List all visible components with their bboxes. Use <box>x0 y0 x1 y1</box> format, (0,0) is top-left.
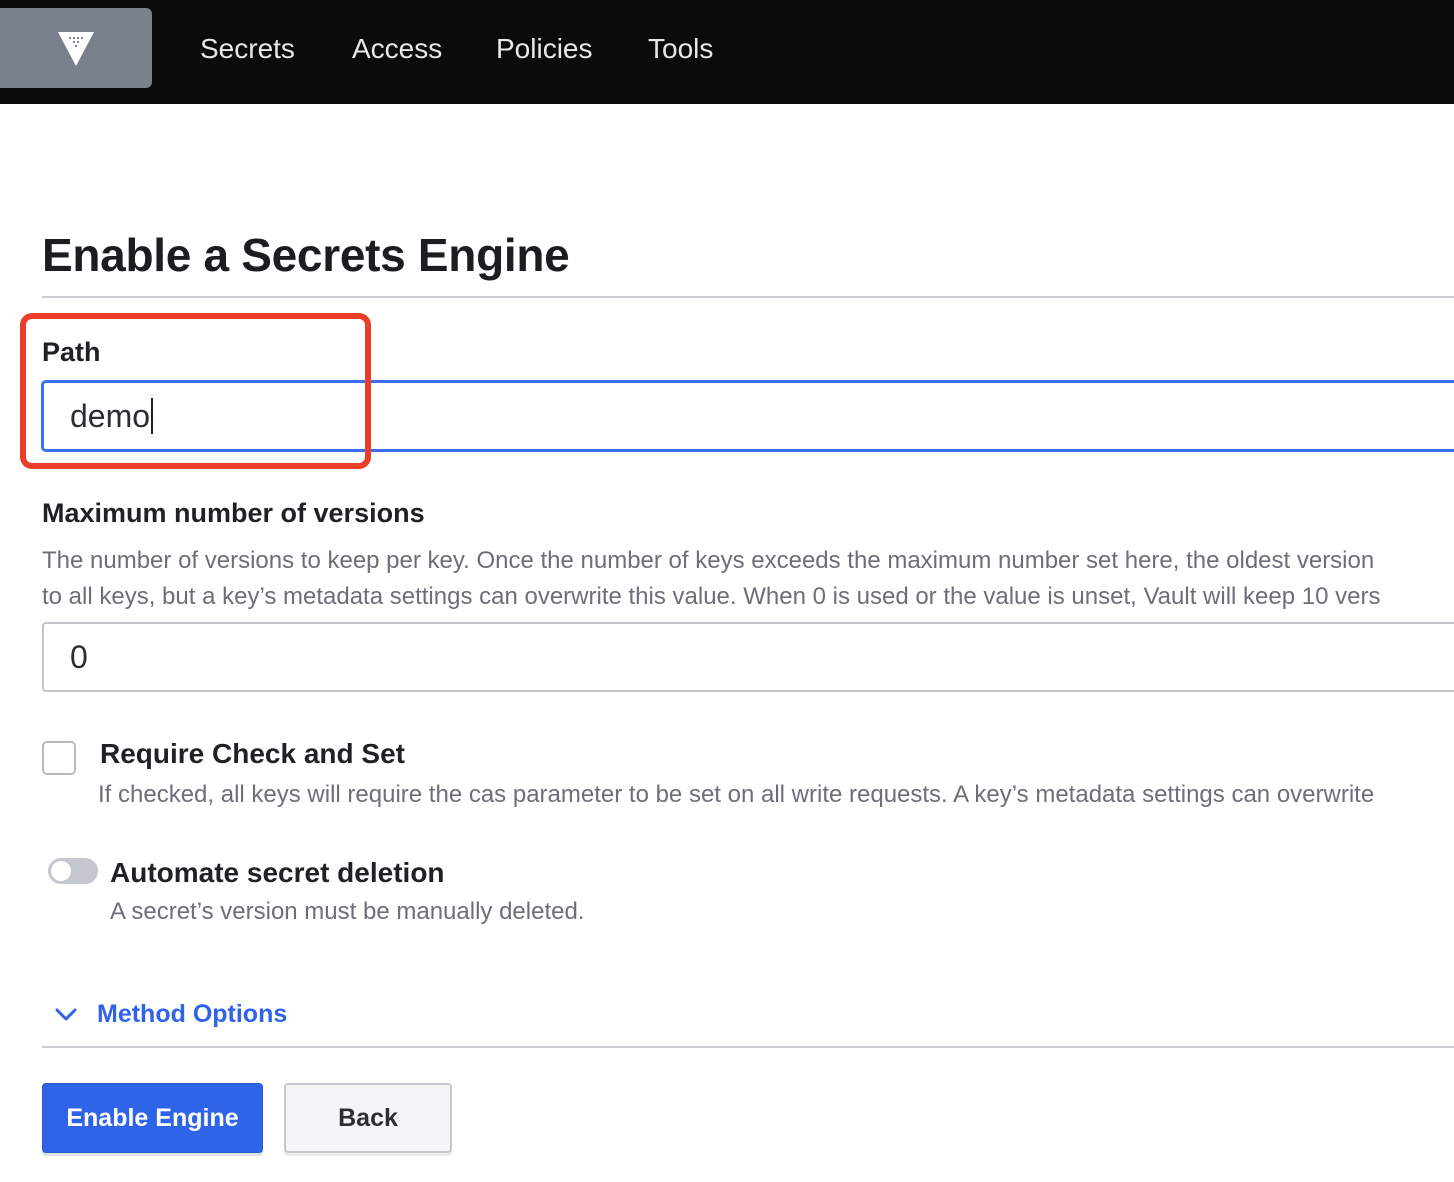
path-label: Path <box>42 337 101 367</box>
chevron-down-icon <box>55 1008 77 1021</box>
path-input[interactable]: demo <box>42 381 1454 451</box>
back-button[interactable]: Back <box>284 1083 452 1153</box>
actions-divider <box>42 1046 1454 1048</box>
cas-label[interactable]: Require Check and Set <box>100 738 405 770</box>
auto-delete-label[interactable]: Automate secret deletion <box>110 857 445 889</box>
nav-access[interactable]: Access <box>352 30 442 68</box>
nav-tools[interactable]: Tools <box>648 30 713 68</box>
enable-engine-button[interactable]: Enable Engine <box>42 1083 263 1153</box>
toggle-knob <box>51 861 71 881</box>
nav-secrets[interactable]: Secrets <box>200 30 295 68</box>
max-versions-help-line-2: to all keys, but a key’s metadata settin… <box>42 583 1381 610</box>
method-options-label: Method Options <box>97 999 288 1028</box>
top-nav: Secrets Access Policies Tools <box>0 0 1454 104</box>
max-versions-label: Maximum number of versions <box>42 498 425 528</box>
cas-checkbox[interactable] <box>42 741 76 775</box>
title-divider <box>42 296 1454 298</box>
auto-delete-help: A secret’s version must be manually dele… <box>110 898 585 925</box>
text-caret <box>151 398 154 434</box>
method-options-toggle[interactable]: Method Options <box>52 996 287 1032</box>
vault-logo-icon <box>58 32 94 66</box>
nav-policies[interactable]: Policies <box>496 30 592 68</box>
auto-delete-toggle[interactable] <box>48 858 98 884</box>
page-title: Enable a Secrets Engine <box>42 229 570 281</box>
max-versions-help-line-1: The number of versions to keep per key. … <box>42 547 1375 574</box>
max-versions-input-value: 0 <box>70 638 88 675</box>
cas-help: If checked, all keys will require the ca… <box>98 781 1375 808</box>
vault-logo[interactable] <box>0 8 152 88</box>
path-input-value: demo <box>70 397 151 434</box>
max-versions-input[interactable]: 0 <box>42 622 1454 692</box>
